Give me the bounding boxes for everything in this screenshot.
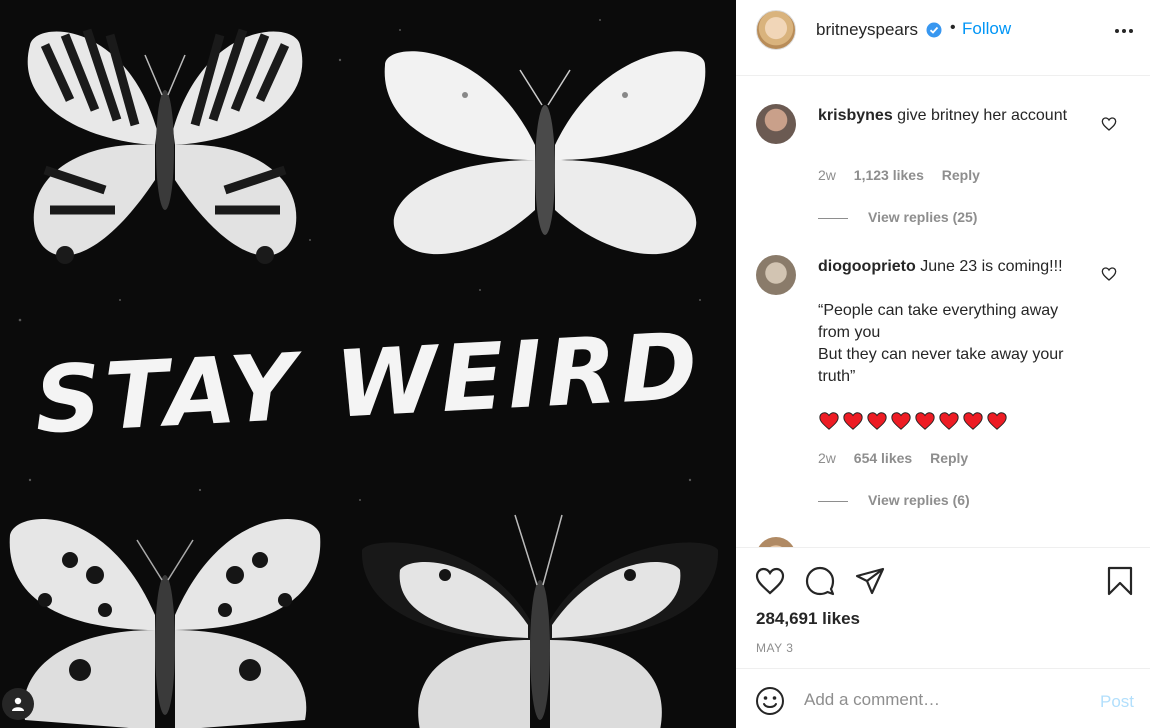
comment-likes[interactable]: 654 likes <box>854 450 912 466</box>
comment-username[interactable]: diogooprieto <box>818 258 916 275</box>
bookmark-icon[interactable] <box>1104 565 1136 597</box>
post-comment-button[interactable]: Post <box>1100 692 1134 712</box>
divider <box>818 217 848 219</box>
paper-plane-icon[interactable] <box>854 565 886 597</box>
post-date[interactable]: MAY 3 <box>756 641 793 655</box>
more-options-icon[interactable] <box>1114 28 1134 34</box>
divider <box>818 500 848 502</box>
verified-badge-icon <box>926 22 942 38</box>
red-heart-emoji <box>867 412 887 430</box>
avatar[interactable] <box>756 255 796 295</box>
comments-list[interactable]: krisbynes give britney her account 2w 1,… <box>736 77 1150 547</box>
red-heart-emoji <box>963 412 983 430</box>
red-heart-emoji <box>939 412 959 430</box>
post-image[interactable]: STAY WEIRD <box>0 0 736 728</box>
heart-emojis <box>818 410 1008 432</box>
red-heart-emoji <box>843 412 863 430</box>
comment-meta: 2w 654 likes Reply <box>818 450 982 466</box>
red-heart-emoji <box>891 412 911 430</box>
follow-button[interactable]: Follow <box>962 19 1011 39</box>
separator-dot: • <box>950 19 956 36</box>
comment-text: diogooprieto June 23 is coming!!! <box>818 256 1093 278</box>
post-actions: 284,691 likes MAY 3 <box>736 547 1150 667</box>
avatar[interactable] <box>756 537 796 547</box>
black-edged-butterfly <box>361 514 719 728</box>
view-replies-button[interactable]: View replies (6) <box>818 492 970 508</box>
comment-time: 2w <box>818 450 836 466</box>
white-butterfly <box>384 51 706 255</box>
reply-button[interactable]: Reply <box>930 450 968 466</box>
red-heart-emoji <box>915 412 935 430</box>
avatar[interactable] <box>756 104 796 144</box>
view-replies-label: View replies (6) <box>868 492 970 508</box>
red-heart-emoji <box>819 412 839 430</box>
comment-text: krisbynes give britney her account <box>818 105 1093 127</box>
add-comment-bar: Post <box>736 668 1150 728</box>
comment-body: June 23 is coming!!! <box>915 258 1063 275</box>
post-sidebar: britneyspears • Follow krisbynes give br… <box>736 0 1150 728</box>
spotted-butterfly <box>9 518 321 728</box>
comment-username[interactable]: krisbynes <box>818 107 893 124</box>
reply-button[interactable]: Reply <box>942 167 980 183</box>
comment-likes[interactable]: 1,123 likes <box>854 167 924 183</box>
zebra-butterfly <box>27 28 303 264</box>
comment-quote-line: But they can never take away your truth” <box>818 346 1064 385</box>
like-comment-icon[interactable] <box>1101 266 1117 282</box>
comment-bubble-icon[interactable] <box>804 565 836 597</box>
like-comment-icon[interactable] <box>1101 116 1117 132</box>
post-author-username[interactable]: britneyspears <box>816 20 918 40</box>
comment-input[interactable] <box>804 687 1074 713</box>
heart-icon[interactable] <box>754 565 786 597</box>
comment-meta: 2w 1,123 likes Reply <box>818 167 994 183</box>
view-replies-label: View replies (25) <box>868 209 978 225</box>
smiley-icon[interactable] <box>754 685 786 717</box>
post-header: britneyspears • Follow <box>736 0 1150 76</box>
comment-body: give britney her account <box>892 107 1068 124</box>
comment-quote-line: “People can take everything away from yo… <box>818 302 1059 341</box>
post-likes-count[interactable]: 284,691 likes <box>756 609 860 629</box>
red-heart-emoji <box>987 412 1007 430</box>
tagged-users-icon[interactable] <box>2 688 34 720</box>
comment-time: 2w <box>818 167 836 183</box>
avatar[interactable] <box>756 10 796 50</box>
view-replies-button[interactable]: View replies (25) <box>818 209 977 225</box>
